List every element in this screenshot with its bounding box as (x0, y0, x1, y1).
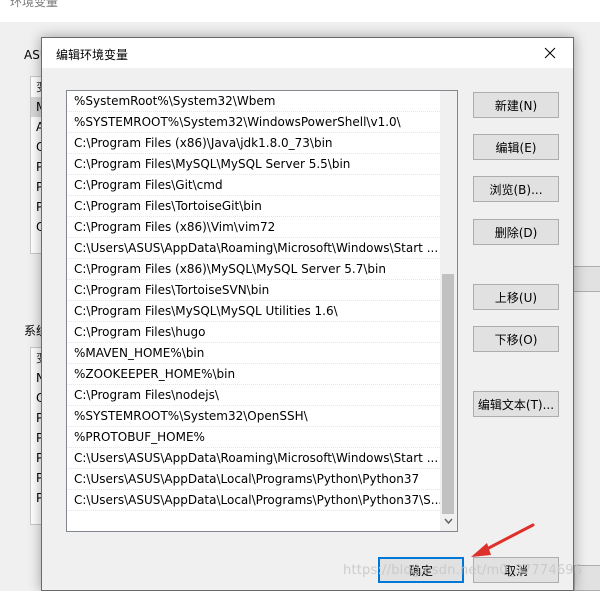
dialog-titlebar: 编辑环境变量 (42, 38, 573, 68)
close-icon (544, 47, 556, 59)
path-rows: %SystemRoot%\System32\Wbem %SYSTEMROOT%\S… (67, 91, 440, 511)
close-button[interactable] (527, 38, 573, 68)
path-list-item[interactable]: C:\Program Files\TortoiseGit\bin (67, 196, 440, 217)
background-window-titlebar: 环境变量 (0, 0, 600, 22)
watermark-text: https://blog.csdn.net/m0_37774696 (343, 563, 583, 578)
edit-button[interactable]: 编辑(E) (473, 134, 559, 160)
user-variables-button[interactable] (572, 266, 600, 292)
path-list-item[interactable]: C:\Program Files\MySQL\MySQL Utilities 1… (67, 301, 440, 322)
user-variables-scrollbar[interactable] (572, 74, 592, 204)
path-list-item[interactable]: C:\Program Files\TortoiseSVN\bin (67, 280, 440, 301)
path-list-item[interactable]: C:\Program Files\hugo (67, 322, 440, 343)
system-variables-scrollbar[interactable] (572, 348, 592, 522)
edit-text-button[interactable]: 编辑文本(T)... (473, 391, 559, 417)
path-list-item[interactable]: C:\Users\ASUS\AppData\Roaming\Microsoft\… (67, 448, 440, 469)
background-window-title: 环境变量 (10, 0, 59, 9)
scroll-thumb[interactable] (442, 274, 454, 514)
path-list-item[interactable]: %SYSTEMROOT%\System32\WindowsPowerShell\… (67, 112, 440, 133)
path-list-item[interactable]: %MAVEN_HOME%\bin (67, 343, 440, 364)
path-list-item[interactable]: %PROTOBUF_HOME% (67, 427, 440, 448)
scroll-down-arrow-icon[interactable] (443, 516, 454, 527)
path-list-item[interactable]: C:\Users\ASUS\AppData\Roaming\Microsoft\… (67, 238, 440, 259)
browse-button[interactable]: 浏览(B)... (473, 176, 559, 202)
move-up-button[interactable]: 上移(U) (473, 284, 559, 310)
move-down-button[interactable]: 下移(O) (473, 326, 559, 352)
edit-environment-variable-dialog: 编辑环境变量 %SystemRoot%\System32\Wbem %SYSTEM… (41, 37, 574, 591)
path-list-item[interactable]: C:\Program Files\Git\cmd (67, 175, 440, 196)
path-list-item[interactable]: %ZOOKEEPER_HOME%\bin (67, 364, 440, 385)
path-list-item[interactable]: C:\Users\ASUS\AppData\Local\Programs\Pyt… (67, 469, 440, 490)
path-list-item[interactable]: C:\Users\ASUS\AppData\Local\Programs\Pyt… (67, 490, 440, 511)
path-list-item[interactable]: C:\Program Files\MySQL\MySQL Server 5.5\… (67, 154, 440, 175)
path-list-item[interactable]: C:\Program Files\nodejs\ (67, 385, 440, 406)
path-list-item[interactable]: C:\Program Files (x86)\MySQL\MySQL Serve… (67, 259, 440, 280)
path-list-item[interactable]: %SystemRoot%\System32\Wbem (67, 91, 440, 112)
delete-button[interactable]: 删除(D) (473, 219, 559, 245)
path-list-item[interactable]: C:\Program Files (x86)\Vim\vim72 (67, 217, 440, 238)
path-list-item[interactable]: %SYSTEMROOT%\System32\OpenSSH\ (67, 406, 440, 427)
list-scrollbar[interactable] (440, 91, 457, 531)
red-arrow-annotation-icon (471, 523, 535, 557)
dialog-title: 编辑环境变量 (56, 48, 129, 62)
path-list[interactable]: %SystemRoot%\System32\Wbem %SYSTEMROOT%\S… (66, 90, 458, 532)
path-list-item[interactable]: C:\Program Files (x86)\Java\jdk1.8.0_73\… (67, 133, 440, 154)
new-button[interactable]: 新建(N) (473, 92, 559, 118)
